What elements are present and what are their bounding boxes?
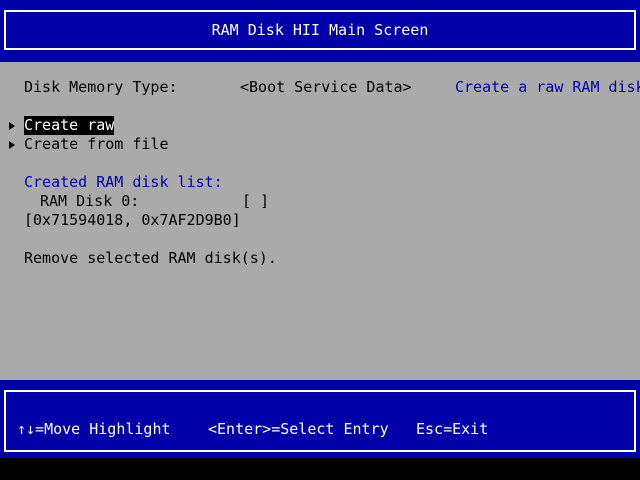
- ram-disk-checkbox[interactable]: [ ]: [242, 192, 269, 211]
- remove-disks-item[interactable]: Remove selected RAM disk(s).: [24, 249, 277, 268]
- disk-list-heading: Created RAM disk list:: [24, 173, 223, 191]
- memory-type-label: Disk Memory Type:: [24, 78, 178, 96]
- submenu-arrow-icon: [9, 122, 15, 130]
- ram-disk-range: [0x71594018, 0x7AF2D9B0]: [24, 211, 241, 229]
- create-raw-item[interactable]: Create raw: [24, 116, 115, 135]
- exit-hint: Esc=Exit: [416, 420, 489, 438]
- memory-type-select[interactable]: <Boot Service Data>: [240, 78, 412, 97]
- ram-disk-label: RAM Disk 0:: [40, 192, 140, 210]
- move-highlight-hint: ↑↓=Move Highlight: [17, 420, 171, 438]
- create-from-file-item[interactable]: Create from file: [24, 135, 169, 154]
- help-text: Create a raw RAM disk.: [455, 78, 640, 96]
- select-entry-hint: <Enter>=Select Entry: [208, 420, 389, 438]
- submenu-arrow-icon: [9, 141, 15, 149]
- form-area: Disk Memory Type: <Boot Service Data> Cr…: [0, 62, 640, 380]
- page-title: RAM Disk HII Main Screen: [211, 21, 429, 39]
